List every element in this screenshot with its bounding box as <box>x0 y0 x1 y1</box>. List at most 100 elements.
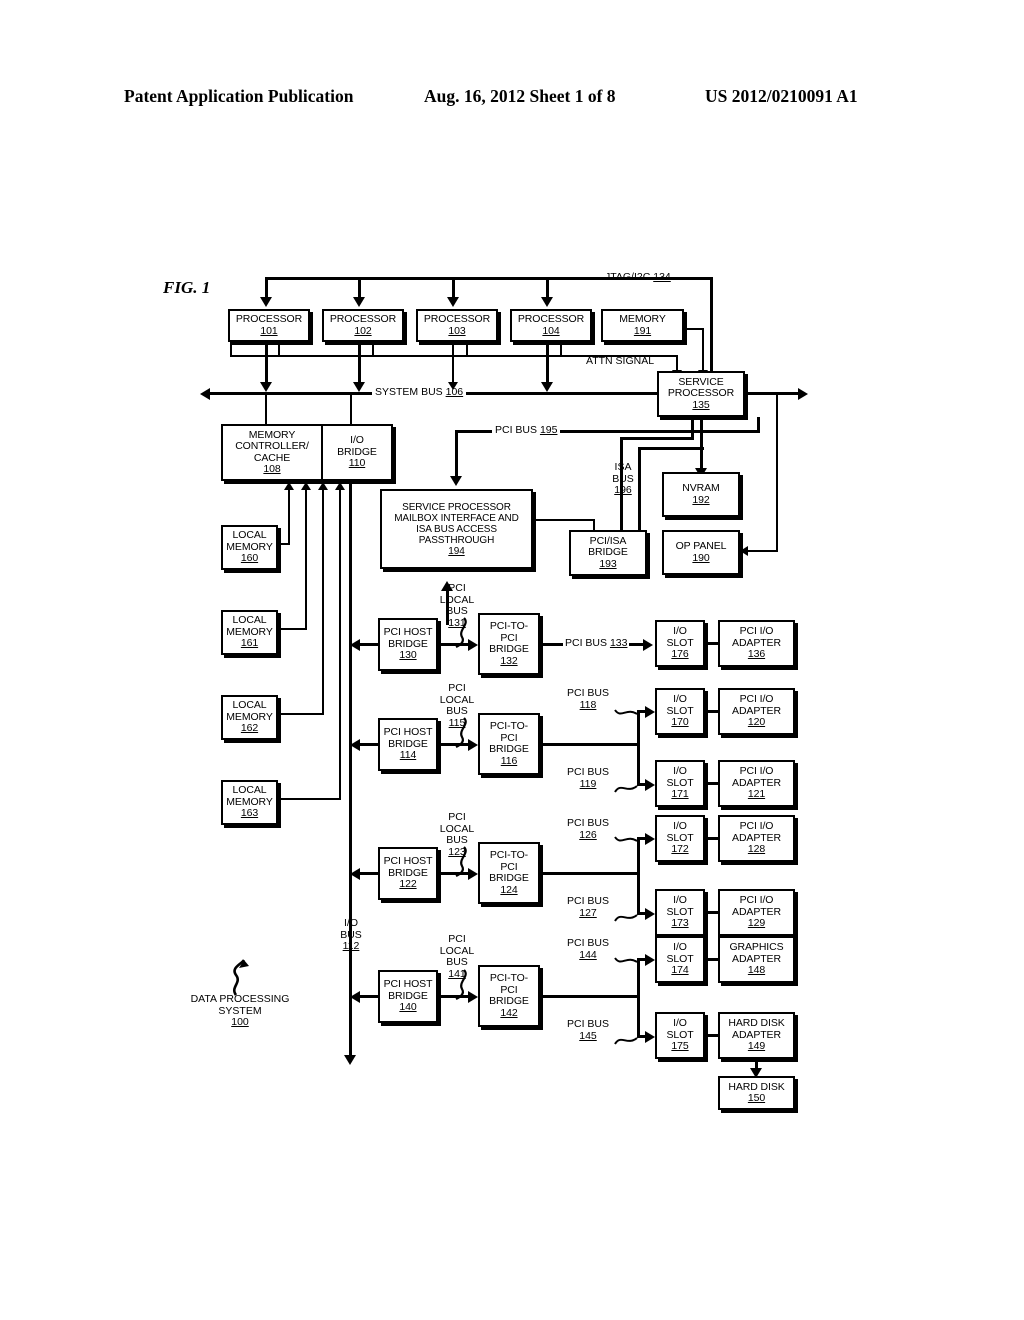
ptp-132-line1: PCI-TO- <box>489 620 529 632</box>
nvram-box[interactable]: NVRAM 192 <box>662 472 740 517</box>
pci-io-adapter-121-box[interactable]: PCI I/O ADAPTER 121 <box>718 760 795 807</box>
io-slot-171-box[interactable]: I/O SLOT 171 <box>655 760 705 807</box>
sysbus-to-iobridge <box>350 395 352 425</box>
processor-103-name: PROCESSOR <box>423 313 491 325</box>
row4-split-v <box>637 958 640 1038</box>
iobus-to-phb-140-arrow <box>350 991 360 1003</box>
ptp-116-out-line <box>540 743 640 746</box>
pci-io-adapter-128-box[interactable]: PCI I/O ADAPTER 128 <box>718 815 795 862</box>
jtag-arrow-2 <box>353 297 365 307</box>
io-slot-174-box[interactable]: I/O SLOT 174 <box>655 936 705 983</box>
processor-102-ref: 102 <box>354 324 372 337</box>
io-bus-trunk <box>349 481 352 1059</box>
local-memory-161-box[interactable]: LOCAL MEMORY 161 <box>221 610 278 655</box>
proc-102-sysbus-line <box>358 342 361 384</box>
sp-to-oppanel-arrow <box>740 546 748 556</box>
squiggle-118-icon <box>614 709 638 715</box>
ptp-116-line3: BRIDGE <box>489 743 529 755</box>
jtag-arrow-4 <box>541 297 553 307</box>
ptp-142-line3: BRIDGE <box>489 995 529 1007</box>
memory-191-box[interactable]: MEMORY 191 <box>601 309 684 342</box>
pci-bus-133-arrow <box>643 639 653 651</box>
proc-104-sysbus-line <box>546 342 549 384</box>
local-memory-160-box[interactable]: LOCAL MEMORY 160 <box>221 525 278 570</box>
pci-bus-126-label: PCI BUS 126 <box>566 817 609 841</box>
op-panel-name: OP PANEL <box>675 540 727 552</box>
adapter-129-ref: 129 <box>747 917 766 930</box>
proc-101-sysbus-line <box>265 342 268 384</box>
jtag-drop-3 <box>452 277 455 299</box>
processor-101-box[interactable]: PROCESSOR 101 <box>228 309 310 342</box>
local-memory-163-box[interactable]: LOCAL MEMORY 163 <box>221 780 278 825</box>
service-processor-mailbox-box[interactable]: SERVICE PROCESSOR MAILBOX INTERFACE AND … <box>380 489 533 569</box>
pci-io-adapter-120-box[interactable]: PCI I/O ADAPTER 120 <box>718 688 795 735</box>
hard-disk-adapter-149-box[interactable]: HARD DISK ADAPTER 149 <box>718 1012 795 1059</box>
local-memory-163-ref: 163 <box>240 807 259 820</box>
proc-103-sysbus-line <box>452 342 454 384</box>
local-mem-161-arrow <box>301 482 311 490</box>
pci-host-bridge-114-box[interactable]: PCI HOST BRIDGE 114 <box>378 718 438 771</box>
ptp-142-out-line <box>540 995 640 998</box>
adapter-148-ref: 148 <box>747 964 766 977</box>
header-publication: Patent Application Publication <box>124 86 354 106</box>
iobus-to-phb-130 <box>358 643 380 646</box>
local-mem-160-line-v <box>288 490 290 545</box>
phb-130-ref: 130 <box>399 649 417 662</box>
io-slot-176-box[interactable]: I/O SLOT 176 <box>655 620 705 667</box>
isa-bus-label: ISA BUS 196 <box>612 461 634 496</box>
io-slot-173-box[interactable]: I/O SLOT 173 <box>655 889 705 936</box>
header-patent-number: US 2012/0210091 A1 <box>705 86 858 106</box>
data-processing-system-label: DATA PROCESSING SYSTEM 100 <box>190 993 290 1028</box>
jtag-arrow-3 <box>447 297 459 307</box>
proc-103-sysbus-arrow <box>448 382 458 390</box>
graphics-adapter-148-box[interactable]: GRAPHICS ADAPTER 148 <box>718 936 795 983</box>
pci-host-bridge-130-box[interactable]: PCI HOST BRIDGE 130 <box>378 618 438 671</box>
pci-to-pci-bridge-116-box[interactable]: PCI-TO- PCI BRIDGE 116 <box>478 713 540 775</box>
row3-branch-top-arrow <box>645 833 655 845</box>
pci-to-pci-bridge-142-box[interactable]: PCI-TO- PCI BRIDGE 142 <box>478 965 540 1027</box>
iobus-to-phb-114-arrow <box>350 739 360 751</box>
io-slot-175-box[interactable]: I/O SLOT 175 <box>655 1012 705 1059</box>
memory-controller-cache-box[interactable]: MEMORY CONTROLLER/ CACHE 108 <box>223 426 323 479</box>
pci-isa-bridge-box[interactable]: PCI/ISA BRIDGE 193 <box>569 530 647 576</box>
service-processor-box[interactable]: SERVICE PROCESSOR 135 <box>657 371 745 417</box>
processor-101-ref: 101 <box>260 324 278 337</box>
proc-101-sysbus-arrow <box>260 382 272 392</box>
processor-103-box[interactable]: PROCESSOR 103 <box>416 309 498 342</box>
proc-104-attn-riser <box>560 342 562 356</box>
jtag-drop-4 <box>546 277 549 299</box>
pci-to-pci-bridge-132-box[interactable]: PCI-TO- PCI BRIDGE 132 <box>478 613 540 675</box>
slot-172-ref: 172 <box>671 843 689 856</box>
op-panel-box[interactable]: OP PANEL 190 <box>662 530 740 575</box>
memory-191-out-h <box>684 328 704 330</box>
io-bus-end-arrow <box>344 1055 356 1065</box>
io-slot-172-box[interactable]: I/O SLOT 172 <box>655 815 705 862</box>
sp-to-nvram-line <box>700 417 703 472</box>
pci-bus-119-label: PCI BUS 119 <box>566 766 609 790</box>
row2-branch-bot-arrow <box>645 779 655 791</box>
local-memory-162-box[interactable]: LOCAL MEMORY 162 <box>221 695 278 740</box>
slot-173-ref: 173 <box>671 917 689 930</box>
processor-102-box[interactable]: PROCESSOR 102 <box>322 309 404 342</box>
mailbox-line1: SERVICE PROCESSOR <box>402 501 511 513</box>
row3-branch-bot-arrow <box>645 908 655 920</box>
jtag-drop-2 <box>358 277 361 299</box>
nvram-name: NVRAM <box>682 482 720 494</box>
local-mem-162-line-v <box>322 490 324 715</box>
io-slot-170-box[interactable]: I/O SLOT 170 <box>655 688 705 735</box>
squiggle-144-icon <box>614 957 638 963</box>
row4-branch-top-arrow <box>645 954 655 966</box>
pci-io-adapter-129-box[interactable]: PCI I/O ADAPTER 129 <box>718 889 795 936</box>
mailbox-to-pciisa-h <box>533 519 595 521</box>
pci-io-adapter-136-box[interactable]: PCI I/O ADAPTER 136 <box>718 620 795 667</box>
io-bridge-box[interactable]: I/O BRIDGE 110 <box>323 426 391 479</box>
adapter-149-ref: 149 <box>747 1040 766 1053</box>
ptp-116-ref: 116 <box>500 754 518 767</box>
hard-disk-150-box[interactable]: HARD DISK 150 <box>718 1076 795 1110</box>
pci-host-bridge-122-box[interactable]: PCI HOST BRIDGE 122 <box>378 847 438 900</box>
processor-104-box[interactable]: PROCESSOR 104 <box>510 309 592 342</box>
pci-host-bridge-140-box[interactable]: PCI HOST BRIDGE 140 <box>378 970 438 1023</box>
pci-to-pci-bridge-124-box[interactable]: PCI-TO- PCI BRIDGE 124 <box>478 842 540 904</box>
jtag-to-service-processor <box>710 277 713 372</box>
squiggle-119-icon <box>614 785 638 793</box>
